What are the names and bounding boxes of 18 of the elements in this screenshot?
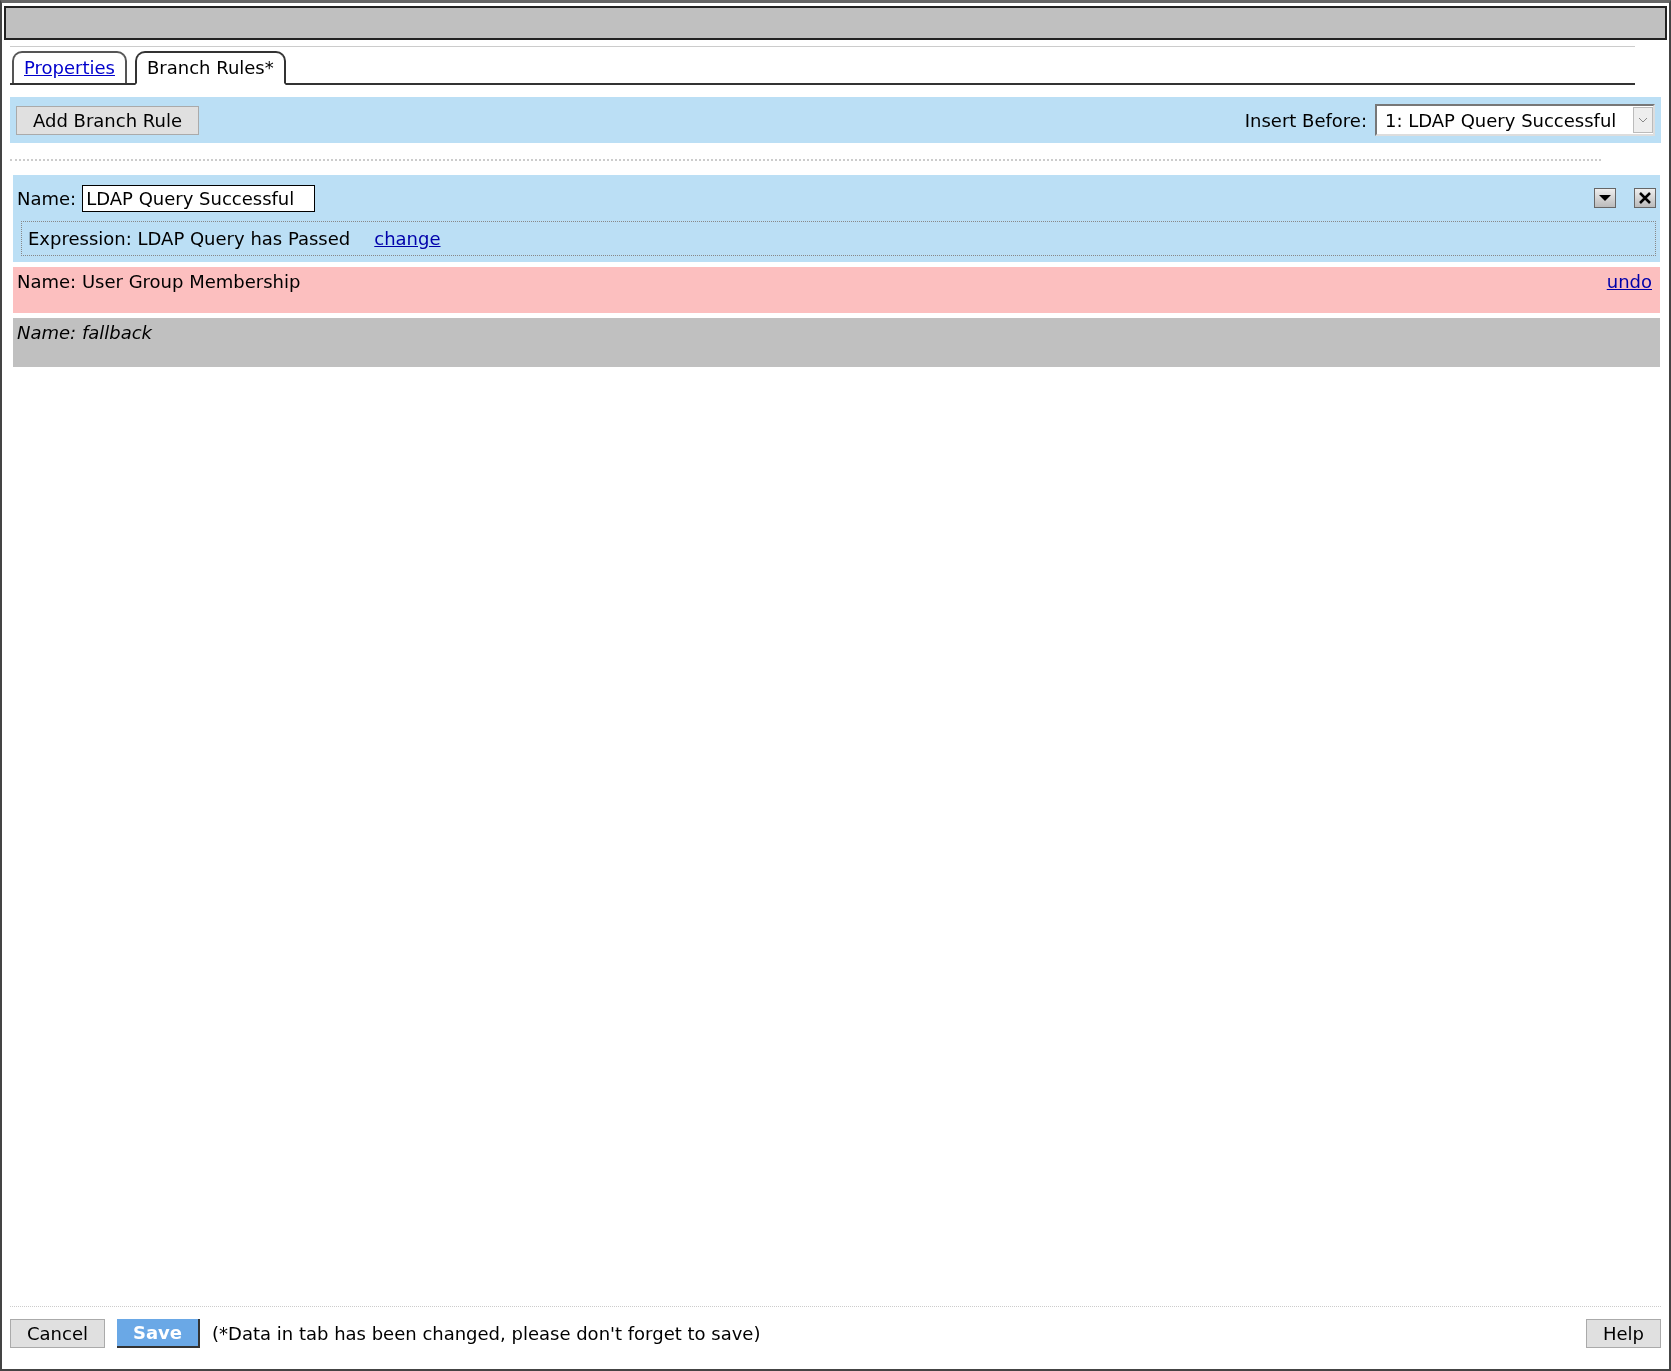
insert-before-select[interactable]: 1: LDAP Query Successful [1375, 104, 1655, 136]
cancel-button[interactable]: Cancel [10, 1318, 105, 1348]
change-link[interactable]: change [374, 228, 441, 249]
dropdown-icon[interactable] [1594, 188, 1616, 208]
chevron-down-icon [1633, 107, 1653, 133]
tab[interactable]: Properties [12, 51, 127, 83]
tab[interactable]: Branch Rules* [134, 51, 286, 85]
rule-name: Name: fallback [17, 322, 153, 343]
expression-text: Expression: LDAP Query has Passed [28, 228, 351, 249]
help-button[interactable]: Help [1585, 1318, 1661, 1348]
name-label: Name: [17, 187, 77, 209]
close-icon[interactable] [1634, 188, 1656, 208]
name-field[interactable]: LDAP Query Successful [82, 184, 316, 212]
rule-name: Name: User Group Membership [17, 271, 301, 294]
insert-before-label: Insert Before: [1244, 109, 1367, 131]
add-rule-button[interactable]: Add Branch Rule [16, 105, 199, 135]
unsaved-note: (*Data in tab has been changed, please don't forget to save) [212, 1322, 761, 1344]
undo-link[interactable]: undo [1606, 271, 1652, 309]
